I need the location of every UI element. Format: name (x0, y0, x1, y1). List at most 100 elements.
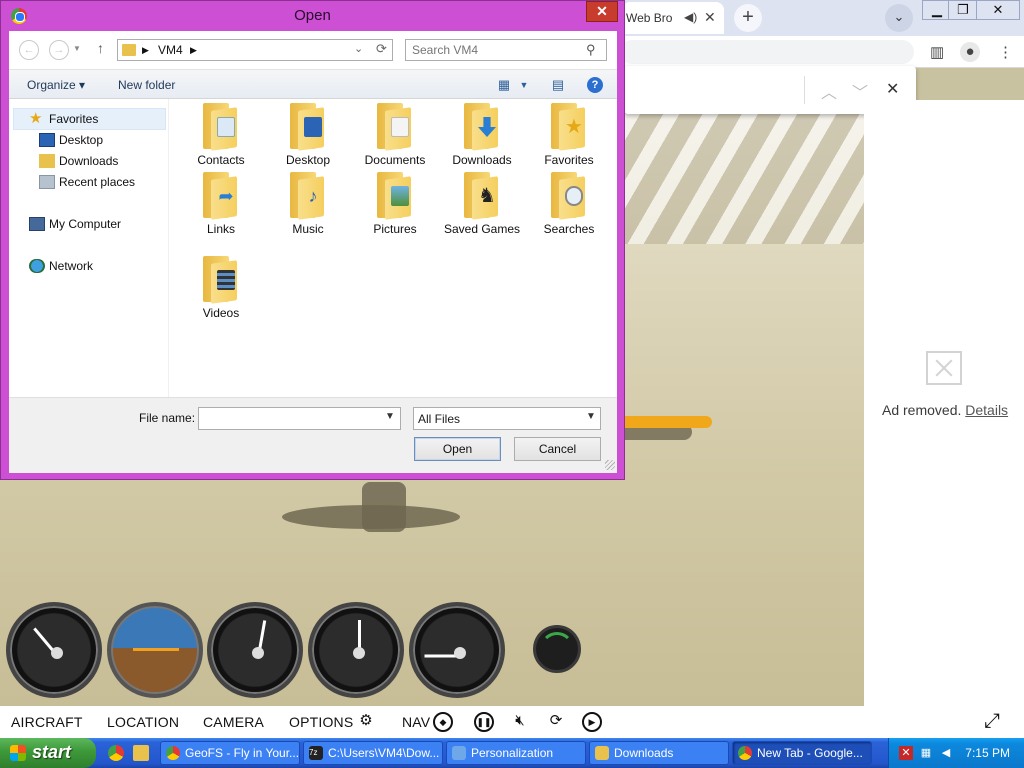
nav-item-label: Downloads (59, 154, 119, 168)
chevron-up-icon[interactable]: ︿ (821, 79, 837, 103)
desktop-folder-icon (290, 103, 324, 151)
folder-documents[interactable]: Documents (353, 103, 437, 169)
search-box: ⚲ (405, 39, 607, 61)
gauge-hub (454, 647, 466, 659)
help-icon[interactable]: ? (587, 77, 603, 93)
folder-downloads[interactable]: Downloads (440, 103, 524, 169)
preview-pane-icon[interactable]: ▤ (549, 76, 567, 94)
dialog-body: ← → ▼ ↑ ▶ VM4 ▶ ⌄ ⟳ ⚲ Organize ▾ New fol… (9, 31, 617, 473)
reset-icon[interactable]: ⟳ (546, 712, 566, 732)
dialog-close-button[interactable]: ✕ (586, 1, 618, 22)
breadcrumb-separator-icon[interactable]: ▶ (190, 45, 197, 56)
gauge-hub (51, 647, 63, 659)
nav-item-label: Desktop (59, 133, 104, 147)
folder-favorites[interactable]: ★ Favorites (527, 103, 611, 169)
profile-icon[interactable]: ● (960, 42, 980, 62)
tab-search-button[interactable]: ⌄ (885, 4, 913, 32)
taskbar-item-personalization[interactable]: Personalization (446, 741, 586, 765)
downloads-folder-icon (39, 154, 55, 168)
clock[interactable]: 7:15 PM (965, 746, 1010, 760)
folder-desktop[interactable]: Desktop (266, 103, 350, 169)
nav-menu[interactable]: NAV (402, 714, 430, 730)
folder-links[interactable]: ➦ Links (179, 172, 263, 238)
file-name: Searches (543, 222, 595, 236)
recent-locations-icon[interactable]: ▼ (73, 44, 81, 53)
options-menu[interactable]: OPTIONS (289, 714, 353, 730)
attitude-horizon (133, 648, 179, 651)
resize-grip[interactable] (605, 460, 615, 470)
folder-pictures[interactable]: Pictures (353, 172, 437, 238)
nav-item-label: Network (49, 259, 94, 273)
taskbar-item-geofs[interactable]: GeoFS - Fly in Your... (160, 741, 300, 765)
compass-icon[interactable]: ◆ (433, 712, 453, 732)
camera-menu[interactable]: CAMERA (203, 714, 264, 730)
gear-icon[interactable]: ⚙ (356, 712, 376, 732)
rpm-gauge (533, 625, 581, 673)
cancel-button[interactable]: Cancel (514, 437, 601, 461)
view-options-icon[interactable]: ▦ (495, 76, 513, 94)
network-icon[interactable]: ▦ (919, 746, 933, 760)
window-restore-button[interactable]: ❐ (948, 0, 978, 20)
tab-close-icon[interactable]: ✕ (704, 9, 716, 26)
menu-kebab-icon[interactable]: ⋮ (998, 43, 1013, 61)
view-dropdown-icon[interactable]: ▼ (515, 76, 533, 94)
folder-contacts[interactable]: Contacts (179, 103, 263, 169)
up-arrow-icon[interactable]: ↑ (97, 40, 104, 56)
back-icon[interactable]: ← (19, 40, 39, 60)
start-button[interactable]: start (0, 738, 96, 768)
organize-label: Organize (27, 78, 76, 92)
nav-item-label: My Computer (49, 217, 122, 231)
chevron-down-icon[interactable]: ⌄ (354, 42, 363, 55)
search-input[interactable] (406, 40, 582, 60)
location-menu[interactable]: LOCATION (107, 714, 179, 730)
window-close-button[interactable]: ✕ (976, 0, 1020, 20)
explorer-quicklaunch-icon[interactable] (133, 745, 149, 761)
file-name: Contacts (197, 153, 245, 167)
start-label: start (32, 742, 72, 762)
breadcrumb-separator-icon[interactable]: ▶ (142, 45, 149, 56)
folder-saved-games[interactable]: ♞ Saved Games (440, 172, 524, 238)
folder-videos[interactable]: Videos (179, 256, 263, 322)
new-tab-button[interactable]: + (734, 4, 762, 32)
command-bar: Organize ▾ New folder ▦ ▼ ▤ ? (9, 69, 617, 99)
file-name: Desktop (285, 153, 331, 167)
chevron-down-icon[interactable]: ▼ (385, 411, 395, 422)
close-icon[interactable]: ✕ (886, 79, 899, 99)
taskbar-item-7zip[interactable]: 7z C:\Users\VM4\Dow... (303, 741, 443, 765)
forward-icon[interactable]: → (49, 40, 69, 60)
refresh-icon[interactable]: ⟳ (376, 41, 387, 57)
new-folder-button[interactable]: New folder (118, 78, 175, 92)
breadcrumb-vm4[interactable]: VM4 (158, 43, 183, 57)
browser-tab[interactable]: Web Bro ◀) ✕ (622, 2, 724, 34)
taskbar-item-downloads[interactable]: Downloads (589, 741, 729, 765)
geofs-menu-bar: AIRCRAFT LOCATION CAMERA OPTIONS ⚙ NAV ◆… (0, 706, 1024, 738)
chrome-quicklaunch-icon[interactable] (108, 745, 124, 761)
file-name-input[interactable] (199, 408, 381, 429)
mute-icon[interactable]: 🔇︎ (510, 712, 530, 732)
file-name-label: File name: (139, 411, 196, 425)
speaker-icon[interactable]: ◀) (684, 10, 697, 24)
aircraft-menu[interactable]: AIRCRAFT (11, 714, 83, 730)
ad-details-link[interactable]: Details (965, 402, 1008, 418)
ad-removed-icon (926, 351, 962, 385)
altimeter-gauge (207, 602, 303, 698)
security-alert-icon[interactable]: ✕ (899, 746, 913, 760)
fullscreen-icon[interactable]: ⤢ (982, 711, 1002, 732)
file-name: Links (206, 222, 235, 236)
folder-searches[interactable]: Searches (527, 172, 611, 238)
pictures-folder-icon (377, 172, 411, 220)
organize-button[interactable]: Organize ▾ (27, 78, 85, 92)
volume-muted-icon[interactable]: ◀ (939, 746, 953, 760)
pause-icon[interactable]: ❚❚ (474, 712, 494, 732)
file-type-select[interactable]: All Files ▼ (413, 407, 601, 430)
search-icon[interactable]: ⚲ (586, 42, 596, 58)
play-icon[interactable]: ▶ (582, 712, 602, 732)
open-button[interactable]: Open (414, 437, 501, 461)
system-tray: ✕ ▦ ◀ 7:15 PM (888, 738, 1024, 768)
chevron-down-icon: ▼ (586, 411, 596, 422)
folder-music[interactable]: ♪ Music (266, 172, 350, 238)
side-panel-icon[interactable]: ▥ (930, 43, 944, 61)
address-bar[interactable] (620, 40, 914, 64)
address-breadcrumb[interactable]: ▶ VM4 ▶ ⌄ ⟳ (117, 39, 393, 61)
taskbar-item-new-tab[interactable]: New Tab - Google... (732, 741, 872, 765)
